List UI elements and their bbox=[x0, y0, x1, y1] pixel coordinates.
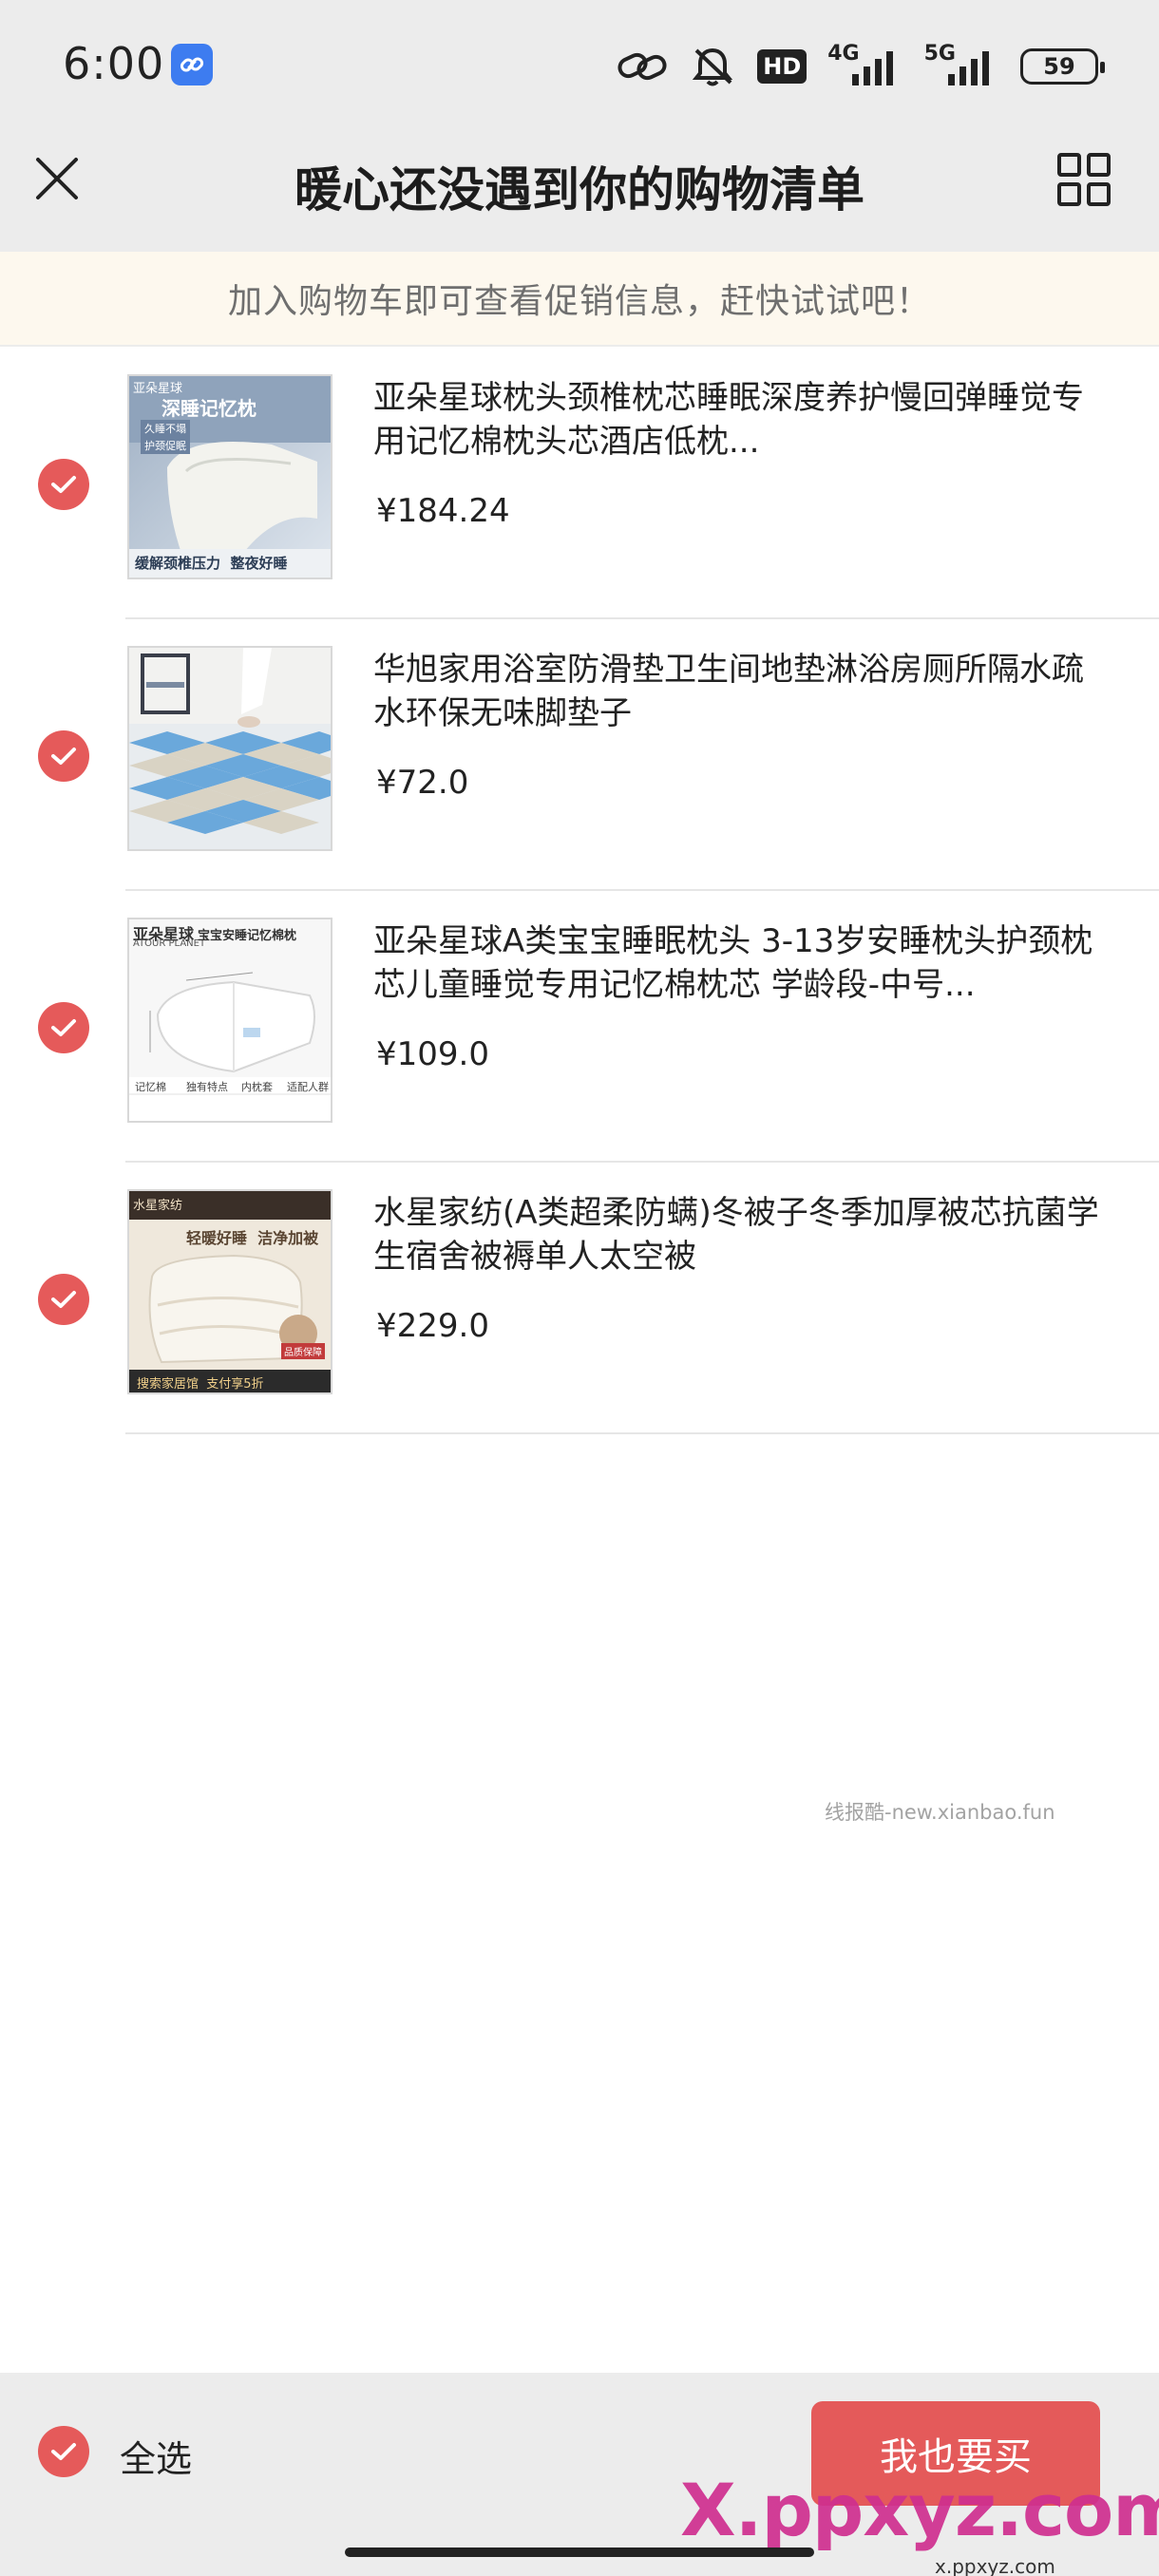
battery-icon: 59 bbox=[1020, 48, 1105, 85]
list-item[interactable]: 华旭家用浴室防滑垫卫生间地垫淋浴房厕所隔水疏水环保无味脚垫子 ¥72.0 bbox=[0, 619, 1159, 891]
grid-icon bbox=[1057, 153, 1111, 206]
mute-bell-icon bbox=[689, 45, 736, 88]
list-item[interactable]: 亚朵星球 ATOUR PLANET 宝宝安睡记忆棉枕 记忆棉 独有特点 内枕套 … bbox=[0, 891, 1159, 1163]
checkmark-icon bbox=[51, 748, 76, 765]
watermark-logo-sub: x.ppxyz.com bbox=[935, 2555, 1055, 2576]
watermark-text: 线报酷-new.xianbao.fun bbox=[825, 1801, 1055, 1824]
signal-4g-icon: 4G bbox=[827, 42, 902, 87]
item-price: ¥229.0 bbox=[376, 1307, 489, 1345]
top-chrome: 6:00 HD 4G 5G 59 暖心还没遇到你的购物清单 bbox=[0, 0, 1159, 252]
item-checkbox[interactable] bbox=[38, 459, 89, 510]
checkmark-icon bbox=[51, 2443, 76, 2460]
product-image[interactable]: 水星家纺 轻暖好睡 洁净加被 品质保障 搜索家居馆 支付享5折 bbox=[127, 1189, 332, 1394]
checkmark-icon bbox=[51, 1019, 76, 1036]
page-title: 暖心还没遇到你的购物清单 bbox=[294, 162, 864, 218]
product-image[interactable]: 亚朵星球 ATOUR PLANET 宝宝安睡记忆棉枕 记忆棉 独有特点 内枕套 … bbox=[127, 918, 332, 1123]
item-title[interactable]: 亚朵星球A类宝宝睡眠枕头 3-13岁安睡枕头护颈枕芯儿童睡觉专用记忆棉枕芯 学龄… bbox=[373, 919, 1100, 1007]
status-time: 6:00 bbox=[63, 38, 165, 89]
item-price: ¥184.24 bbox=[376, 492, 510, 530]
product-image[interactable] bbox=[127, 646, 332, 851]
signal-5g-icon: 5G bbox=[924, 42, 999, 87]
watermark-logo: X.ppxyz.com bbox=[680, 2468, 1159, 2552]
item-title[interactable]: 华旭家用浴室防滑垫卫生间地垫淋浴房厕所隔水疏水环保无味脚垫子 bbox=[373, 648, 1100, 735]
product-image[interactable]: 亚朵星球 深睡记忆枕 久睡不塌 护颈促眠 缓解颈椎压力 整夜好睡 bbox=[127, 374, 332, 579]
select-all-label[interactable]: 全选 bbox=[120, 2430, 192, 2482]
item-title[interactable]: 水星家纺(A类超柔防螨)冬被子冬季加厚被芯抗菌学生宿舍被褥单人太空被 bbox=[373, 1191, 1100, 1279]
nav-bar: 暖心还没遇到你的购物清单 bbox=[0, 133, 1159, 252]
quilt-product-image bbox=[129, 1191, 331, 1392]
hd-badge: HD bbox=[757, 49, 808, 84]
item-title[interactable]: 亚朵星球枕头颈椎枕芯睡眠深度养护慢回弹睡觉专用记忆棉枕头芯酒店低枕... bbox=[373, 376, 1100, 464]
checkmark-icon bbox=[51, 1291, 76, 1308]
grid-menu-button[interactable] bbox=[1056, 152, 1112, 207]
select-all-checkbox[interactable] bbox=[38, 2426, 89, 2477]
bath-mat-product-image bbox=[129, 648, 331, 849]
checkmark-icon bbox=[51, 476, 76, 493]
item-checkbox[interactable] bbox=[38, 730, 89, 782]
item-checkbox[interactable] bbox=[38, 1274, 89, 1325]
shopping-list: 亚朵星球 深睡记忆枕 久睡不塌 护颈促眠 缓解颈椎压力 整夜好睡 亚朵星球枕头颈… bbox=[0, 348, 1159, 1434]
home-indicator[interactable] bbox=[345, 2548, 814, 2557]
link-icon bbox=[617, 47, 668, 85]
item-checkbox[interactable] bbox=[38, 1002, 89, 1053]
divider bbox=[125, 1432, 1159, 1434]
link-app-icon bbox=[171, 44, 213, 85]
item-price: ¥109.0 bbox=[376, 1035, 489, 1073]
promo-banner: 加入购物车即可查看促销信息，赶快试试吧！ bbox=[0, 252, 1159, 347]
bottom-action-bar: 全选 我也要买 X.ppxyz.com x.ppxyz.com bbox=[0, 2373, 1159, 2576]
status-icons: HD 4G 5G 59 bbox=[617, 38, 1105, 95]
status-bar: 6:00 HD 4G 5G 59 bbox=[0, 0, 1159, 133]
list-item[interactable]: 亚朵星球 深睡记忆枕 久睡不塌 护颈促眠 缓解颈椎压力 整夜好睡 亚朵星球枕头颈… bbox=[0, 348, 1159, 619]
item-price: ¥72.0 bbox=[376, 764, 469, 802]
list-item[interactable]: 水星家纺 轻暖好睡 洁净加被 品质保障 搜索家居馆 支付享5折 水星家纺(A类超… bbox=[0, 1163, 1159, 1434]
